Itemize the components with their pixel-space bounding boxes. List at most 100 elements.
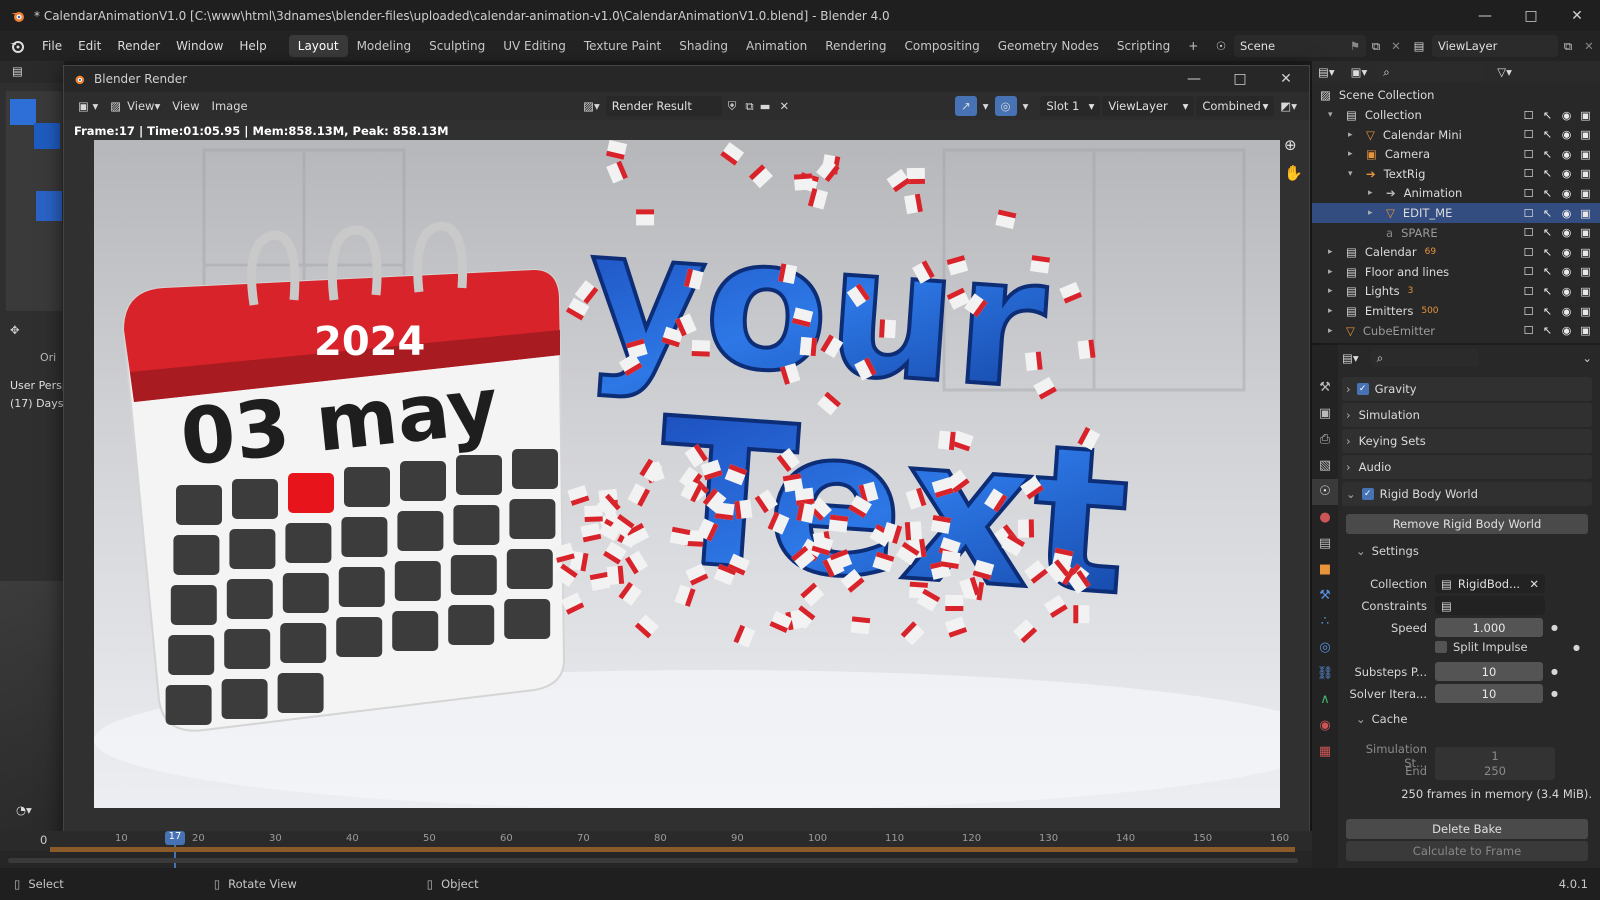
- exclude-checkbox[interactable]: ☐: [1522, 246, 1535, 259]
- constraints-tab-icon[interactable]: ⛓: [1312, 661, 1338, 687]
- scene-selector[interactable]: Scene ⚑: [1234, 35, 1366, 57]
- selectable-toggle-icon[interactable]: ↖: [1541, 285, 1554, 298]
- expand-arrow-icon[interactable]: ▸: [1328, 286, 1340, 296]
- outliner-item-cubeemitter[interactable]: ▸ ▽ CubeEmitter ☐ ↖ ◉ ▣: [1312, 321, 1600, 341]
- panel-audio[interactable]: › Audio: [1342, 455, 1592, 479]
- render-camera-icon[interactable]: ▣: [1579, 246, 1592, 259]
- expand-arrow-icon[interactable]: ▾: [1328, 110, 1340, 120]
- display-channels-icon[interactable]: ◩▾: [1274, 96, 1303, 116]
- substeps-field[interactable]: 10: [1435, 662, 1543, 681]
- data-tab-icon[interactable]: ∧: [1312, 687, 1338, 713]
- tab-compositing[interactable]: Compositing: [895, 35, 988, 57]
- new-scene-icon[interactable]: ⧉: [1366, 39, 1386, 54]
- render-camera-icon[interactable]: ▣: [1579, 109, 1592, 122]
- current-frame-marker[interactable]: 17: [165, 831, 185, 845]
- selectable-toggle-icon[interactable]: ↖: [1541, 109, 1554, 122]
- panel-gravity[interactable]: › ✓ Gravity: [1342, 377, 1592, 401]
- calculate-to-frame-button[interactable]: Calculate to Frame: [1346, 841, 1588, 861]
- visibility-eye-icon[interactable]: ◉: [1560, 128, 1573, 141]
- editor-type-icon[interactable]: ▤: [12, 64, 23, 78]
- tab-layout[interactable]: Layout: [288, 35, 348, 57]
- render-camera-icon[interactable]: ▣: [1579, 148, 1592, 161]
- outliner-item-collection[interactable]: ▾ ▤ Collection ☐ ↖ ◉ ▣: [1312, 105, 1600, 125]
- render-camera-icon[interactable]: ▣: [1579, 207, 1592, 220]
- simulation-end-field[interactable]: 250: [1435, 761, 1555, 780]
- render-minimize-button[interactable]: —: [1171, 66, 1217, 92]
- outliner-item-calendar-mini[interactable]: ▸ ▽ Calendar Mini ☐ ↖ ◉ ▣: [1312, 125, 1600, 145]
- unlink-image-icon[interactable]: ✕: [773, 96, 795, 116]
- menu-help[interactable]: Help: [231, 39, 274, 53]
- modifier-tab-icon[interactable]: ⚒: [1312, 583, 1338, 609]
- tab-modeling[interactable]: Modeling: [348, 35, 421, 57]
- fake-user-shield-icon[interactable]: ⛨: [722, 96, 743, 116]
- render-camera-icon[interactable]: ▣: [1579, 285, 1592, 298]
- tab-uv-editing[interactable]: UV Editing: [494, 35, 575, 57]
- world-tab-icon[interactable]: ●: [1312, 505, 1338, 531]
- exclude-checkbox[interactable]: ☐: [1522, 305, 1535, 318]
- view-mode-dropdown[interactable]: ▨ View ▾: [104, 96, 166, 116]
- substeps-keyframe-dot[interactable]: ●: [1551, 667, 1558, 676]
- pass-dropdown[interactable]: Combined ▾: [1196, 96, 1275, 116]
- physics-tab-icon[interactable]: ◎: [1312, 635, 1338, 661]
- tool-tab-icon[interactable]: ⚒: [1312, 375, 1338, 401]
- selectable-toggle-icon[interactable]: ↖: [1541, 305, 1554, 318]
- speed-keyframe-dot[interactable]: ●: [1551, 623, 1558, 632]
- visibility-eye-icon[interactable]: ◉: [1560, 226, 1573, 239]
- visibility-eye-icon[interactable]: ◉: [1560, 305, 1573, 318]
- new-viewlayer-icon[interactable]: ⧉: [1558, 39, 1578, 54]
- outliner-item-floor-and-lines[interactable]: ▸ ▤ Floor and lines ☐ ↖ ◉ ▣: [1312, 262, 1600, 282]
- pin-icon[interactable]: ⚑: [1350, 39, 1360, 53]
- selectable-toggle-icon[interactable]: ↖: [1541, 207, 1554, 220]
- split-impulse-checkbox[interactable]: [1435, 641, 1447, 653]
- outliner-item-calendar[interactable]: ▸ ▤ Calendar 69 ☐ ↖ ◉ ▣: [1312, 242, 1600, 262]
- expand-arrow-icon[interactable]: ▸: [1328, 267, 1340, 277]
- expand-arrow-icon[interactable]: ▸: [1348, 149, 1360, 159]
- visibility-eye-icon[interactable]: ◉: [1560, 207, 1573, 220]
- exclude-checkbox[interactable]: ☐: [1522, 187, 1535, 200]
- filter-icon[interactable]: ▽▾: [1497, 65, 1512, 79]
- render-camera-icon[interactable]: ▣: [1579, 128, 1592, 141]
- menu-view[interactable]: View: [166, 96, 205, 116]
- object-tab-icon[interactable]: ■: [1312, 557, 1338, 583]
- editor-type-dropdown[interactable]: ▣ ▾: [72, 96, 104, 116]
- exclude-checkbox[interactable]: ☐: [1522, 324, 1535, 337]
- view-layer-tab-icon[interactable]: ▧: [1312, 453, 1338, 479]
- render-maximize-button[interactable]: □: [1217, 66, 1263, 92]
- selectable-toggle-icon[interactable]: ↖: [1541, 265, 1554, 278]
- render-camera-icon[interactable]: ▣: [1579, 265, 1592, 278]
- tab-shading[interactable]: Shading: [670, 35, 737, 57]
- properties-editor-icon[interactable]: ▤▾: [1342, 351, 1359, 365]
- scene-icon[interactable]: ☉: [1208, 39, 1234, 53]
- exclude-checkbox[interactable]: ☐: [1522, 109, 1535, 122]
- image-browse-icon[interactable]: ▨▾: [577, 96, 606, 116]
- viewlayer-selector[interactable]: ViewLayer: [1432, 35, 1558, 57]
- tab-animation[interactable]: Animation: [737, 35, 816, 57]
- exclude-checkbox[interactable]: ☐: [1522, 207, 1535, 220]
- render-camera-icon[interactable]: ▣: [1579, 167, 1592, 180]
- visibility-eye-icon[interactable]: ◉: [1560, 109, 1573, 122]
- outliner-editor-icon[interactable]: ▤▾: [1318, 65, 1335, 79]
- render-result-image[interactable]: 2024 03 may your Text: [94, 140, 1280, 808]
- timeline[interactable]: 0 10 20 30 40 50 60 70 80 90 100 110 120 130 140 150 16…: [0, 803, 1312, 868]
- exclude-checkbox[interactable]: ☐: [1522, 167, 1535, 180]
- rigidbody-collection-field[interactable]: ▤ RigidBod... ✕: [1435, 574, 1545, 593]
- solver-keyframe-dot[interactable]: ●: [1551, 689, 1558, 698]
- properties-search-input[interactable]: ⌕: [1370, 349, 1479, 367]
- render-camera-icon[interactable]: ▣: [1579, 324, 1592, 337]
- constraints-field[interactable]: ▤: [1435, 596, 1545, 615]
- viewlayer-icon[interactable]: ▤: [1406, 39, 1432, 53]
- sample-tool-icon[interactable]: ↗: [955, 96, 977, 116]
- selectable-toggle-icon[interactable]: ↖: [1541, 128, 1554, 141]
- visibility-eye-icon[interactable]: ◉: [1560, 187, 1573, 200]
- settings-subpanel[interactable]: ⌄ Settings: [1356, 544, 1419, 558]
- outliner-search-input[interactable]: ⌕: [1377, 63, 1486, 81]
- outliner-item-spare[interactable]: a SPARE ☐ ↖ ◉ ▣: [1312, 223, 1600, 243]
- render-close-button[interactable]: ✕: [1263, 66, 1309, 92]
- new-image-icon[interactable]: ⧉: [742, 96, 756, 116]
- panel-simulation[interactable]: › Simulation: [1342, 403, 1592, 427]
- panel-keying-sets[interactable]: › Keying Sets: [1342, 429, 1592, 453]
- visibility-eye-icon[interactable]: ◉: [1560, 285, 1573, 298]
- overlay-icon[interactable]: ◎: [994, 96, 1017, 116]
- minimize-button[interactable]: —: [1462, 0, 1508, 31]
- menu-edit[interactable]: Edit: [70, 39, 109, 53]
